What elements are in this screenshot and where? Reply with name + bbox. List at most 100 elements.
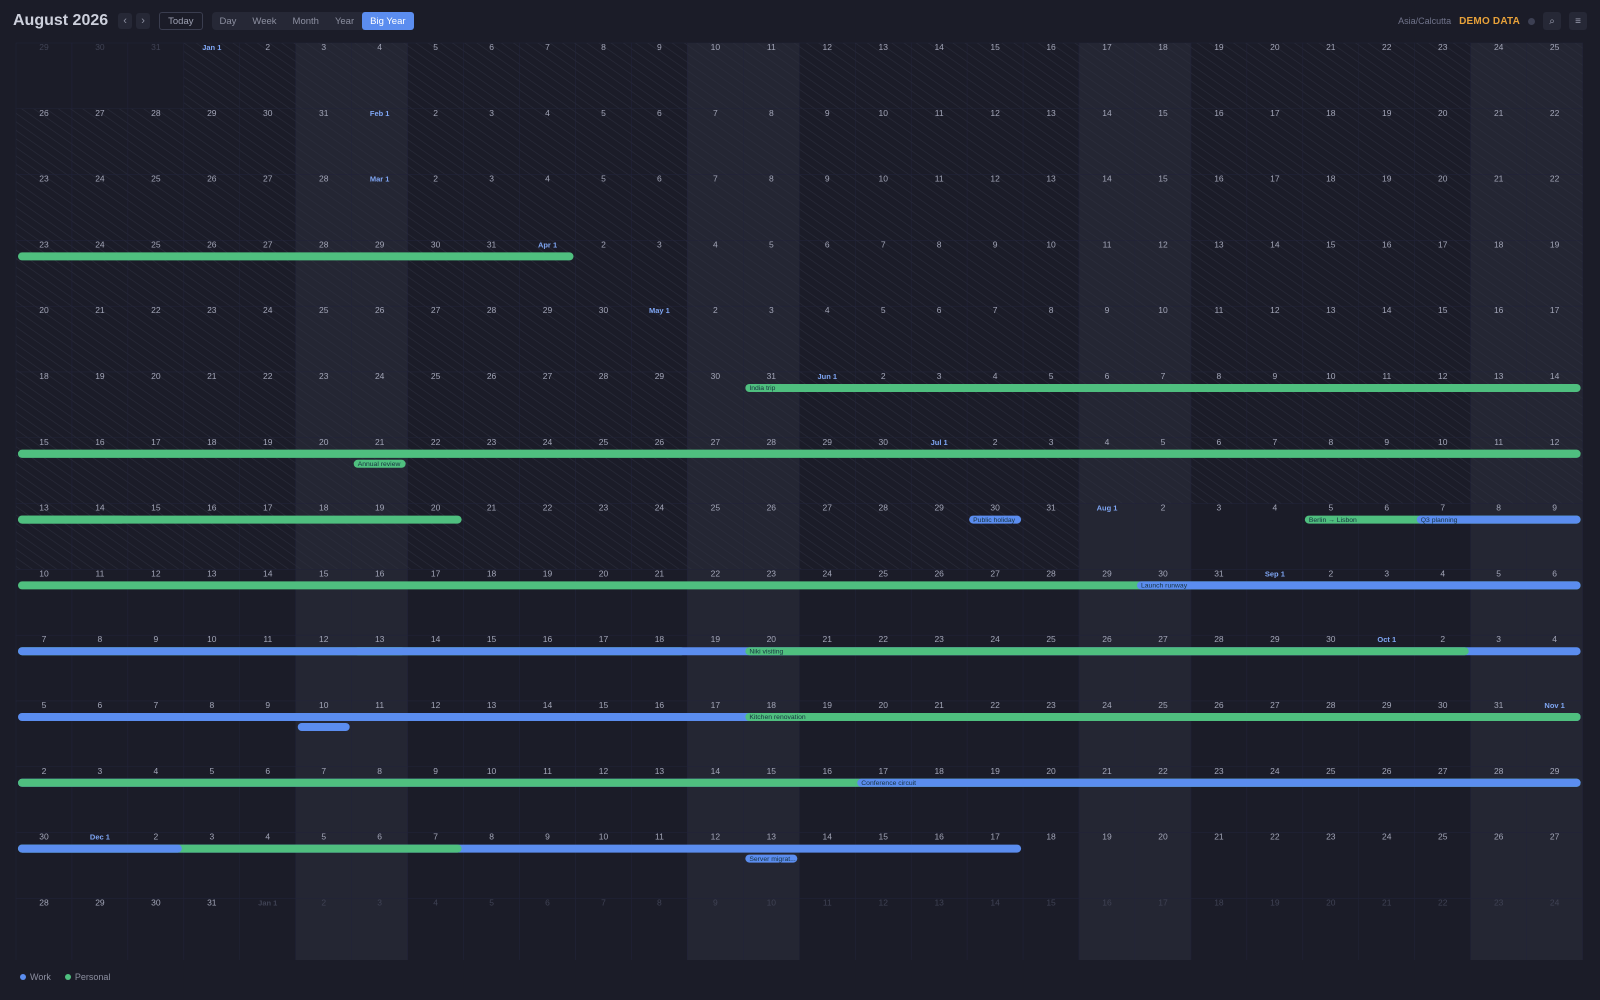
day-cell[interactable] <box>183 634 241 702</box>
day-cell[interactable] <box>1190 569 1248 636</box>
day-cell[interactable] <box>71 832 129 899</box>
day-cell[interactable] <box>15 898 73 960</box>
event-bar[interactable] <box>745 647 1469 656</box>
day-cell[interactable] <box>1190 898 1248 960</box>
day-cell[interactable] <box>966 832 1024 899</box>
day-cell[interactable] <box>1358 766 1416 833</box>
day-cell[interactable] <box>1302 503 1360 570</box>
day-cell[interactable] <box>799 700 856 768</box>
event-bar[interactable] <box>745 713 1581 721</box>
day-cell[interactable] <box>1414 766 1471 833</box>
day-cell[interactable] <box>407 766 464 833</box>
day-cell[interactable] <box>71 634 129 702</box>
day-cell[interactable] <box>1190 634 1248 702</box>
day-cell[interactable] <box>1302 569 1360 636</box>
day-cell[interactable] <box>743 569 800 636</box>
day-cell[interactable] <box>15 832 73 899</box>
event-bar[interactable] <box>1137 581 1581 590</box>
day-cell[interactable] <box>519 700 576 768</box>
day-cell[interactable] <box>1022 832 1080 899</box>
day-cell[interactable] <box>1022 700 1080 768</box>
day-cell[interactable] <box>183 766 241 833</box>
day-cell[interactable] <box>910 832 968 899</box>
day-cell[interactable] <box>743 634 800 702</box>
event-bar[interactable] <box>18 515 462 524</box>
day-cell[interactable] <box>15 42 73 110</box>
day-cell[interactable] <box>1470 503 1527 570</box>
day-cell[interactable] <box>519 766 576 833</box>
day-cell[interactable] <box>127 898 185 960</box>
day-cell[interactable] <box>910 700 968 768</box>
day-cell[interactable] <box>1414 832 1471 899</box>
event-bar[interactable] <box>18 449 1581 458</box>
day-cell[interactable] <box>575 700 632 768</box>
day-cell[interactable] <box>910 634 968 702</box>
day-cell[interactable] <box>519 832 576 899</box>
day-cell[interactable] <box>799 766 856 833</box>
day-cell[interactable] <box>1134 832 1192 899</box>
day-cell[interactable] <box>15 634 73 702</box>
day-cell[interactable] <box>127 832 185 899</box>
day-cell[interactable] <box>183 700 241 768</box>
event-bar[interactable] <box>18 844 182 853</box>
day-cell[interactable] <box>1358 569 1416 636</box>
day-cell[interactable] <box>15 569 73 636</box>
day-cell[interactable] <box>855 832 912 899</box>
day-cell[interactable] <box>1246 700 1304 768</box>
day-cell[interactable] <box>351 898 408 960</box>
day-cell[interactable] <box>799 832 856 899</box>
day-cell[interactable] <box>127 700 185 768</box>
day-cell[interactable] <box>1358 832 1416 899</box>
day-cell[interactable] <box>631 700 688 768</box>
day-cell[interactable] <box>1190 766 1248 833</box>
day-cell[interactable] <box>351 700 408 768</box>
day-cell[interactable] <box>1414 700 1471 768</box>
day-cell[interactable] <box>295 766 352 833</box>
day-cell[interactable] <box>127 634 185 702</box>
day-cell[interactable] <box>15 766 73 833</box>
day-cell[interactable] <box>855 700 912 768</box>
day-cell[interactable] <box>463 634 520 702</box>
day-cell[interactable] <box>743 898 800 960</box>
day-cell[interactable] <box>910 569 968 636</box>
day-cell[interactable] <box>1078 766 1136 833</box>
day-cell[interactable] <box>966 766 1024 833</box>
day-cell[interactable] <box>71 766 129 833</box>
day-cell[interactable] <box>71 700 129 768</box>
day-cell[interactable] <box>183 832 241 899</box>
day-cell[interactable] <box>1358 898 1416 960</box>
day-cell[interactable] <box>127 569 185 636</box>
day-cell[interactable] <box>1078 700 1136 768</box>
day-cell[interactable] <box>407 634 464 702</box>
day-cell[interactable] <box>463 569 520 636</box>
day-cell[interactable] <box>351 634 408 702</box>
day-cell[interactable] <box>71 898 129 960</box>
day-cell[interactable] <box>1414 898 1471 960</box>
day-cell[interactable] <box>966 700 1024 768</box>
day-cell[interactable] <box>631 832 688 899</box>
event-bar[interactable] <box>297 723 350 731</box>
day-cell[interactable] <box>687 898 744 960</box>
day-cell[interactable] <box>1134 634 1192 702</box>
day-cell[interactable] <box>1246 832 1304 899</box>
day-cell[interactable] <box>687 634 744 702</box>
day-cell[interactable] <box>1190 832 1248 899</box>
day-cell[interactable] <box>351 832 408 899</box>
day-cell[interactable] <box>1470 569 1527 636</box>
day-cell[interactable] <box>1078 634 1136 702</box>
day-cell[interactable] <box>1302 898 1360 960</box>
day-cell[interactable] <box>1302 832 1360 899</box>
day-cell[interactable] <box>855 634 912 702</box>
day-cell[interactable] <box>1358 634 1416 702</box>
day-cell[interactable] <box>1246 634 1304 702</box>
day-cell[interactable] <box>183 898 241 960</box>
day-cell[interactable] <box>631 634 688 702</box>
day-cell[interactable] <box>295 832 352 899</box>
day-cell[interactable] <box>575 832 632 899</box>
day-cell[interactable] <box>1246 569 1304 636</box>
day-cell[interactable] <box>966 569 1024 636</box>
day-cell[interactable] <box>1246 766 1304 833</box>
day-cell[interactable] <box>1414 569 1471 636</box>
day-cell[interactable] <box>1022 766 1080 833</box>
day-cell[interactable] <box>799 634 856 702</box>
